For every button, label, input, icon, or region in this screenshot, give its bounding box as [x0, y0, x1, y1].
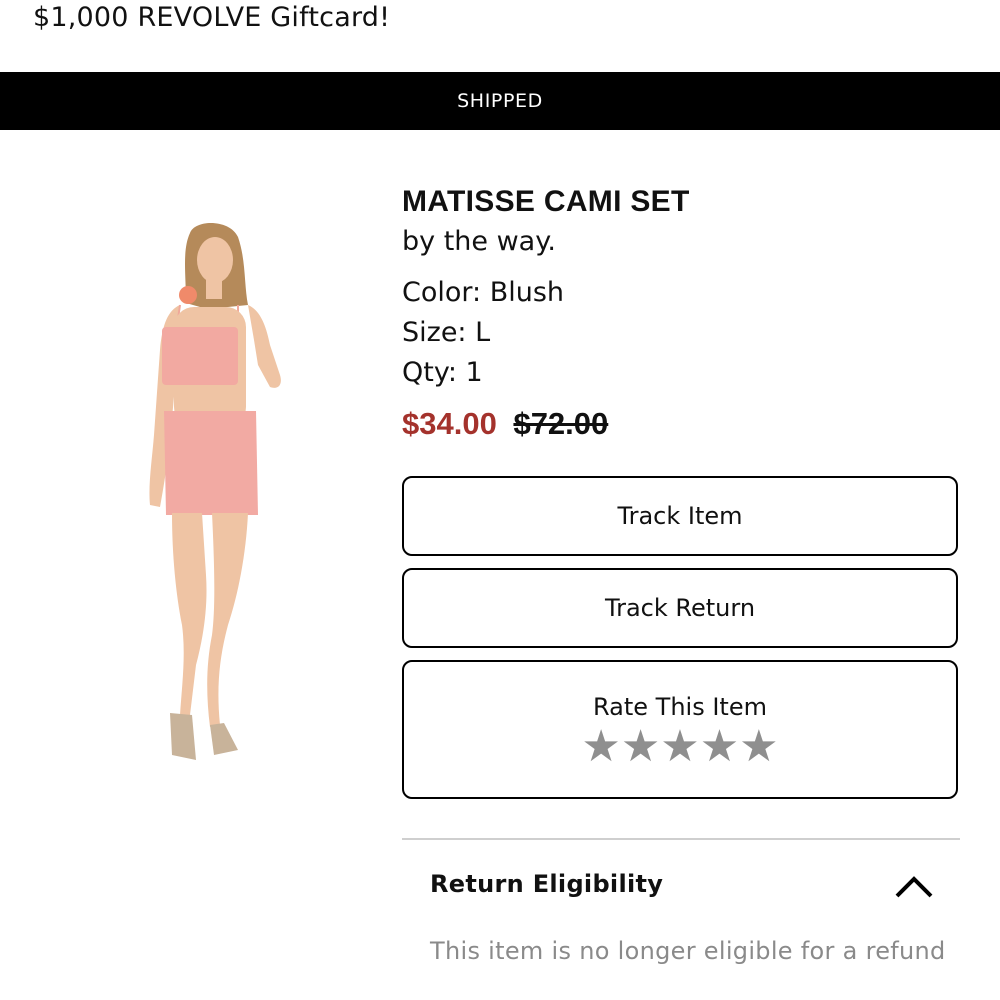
product-title[interactable]: MATISSE CAMI SET	[402, 185, 690, 219]
return-eligibility-message: This item is no longer eligible for a re…	[430, 937, 946, 965]
track-item-label: Track Item	[617, 502, 743, 530]
star-icon[interactable]: ★	[621, 724, 660, 768]
track-item-button[interactable]: Track Item	[402, 476, 958, 556]
star-icon[interactable]: ★	[660, 724, 699, 768]
product-brand[interactable]: by the way.	[402, 226, 556, 257]
original-price: $72.00	[513, 406, 609, 441]
order-status-bar: SHIPPED	[0, 72, 1000, 130]
product-image[interactable]	[120, 215, 300, 775]
track-return-label: Track Return	[604, 594, 756, 622]
order-item-page: $1,000 REVOLVE Giftcard! SHIPPED MATISSE…	[0, 0, 1000, 1000]
star-icon[interactable]: ★	[739, 724, 778, 768]
product-quantity: Qty: 1	[402, 357, 483, 388]
sale-price: $34.00	[402, 406, 497, 441]
order-status-label: SHIPPED	[457, 90, 543, 112]
rate-item-label: Rate This Item	[593, 692, 767, 721]
return-eligibility-title: Return Eligibility	[430, 870, 664, 898]
track-return-button[interactable]: Track Return	[402, 568, 958, 648]
price-row: $34.00 $72.00	[402, 406, 608, 442]
rating-stars: ★ ★ ★ ★ ★	[581, 724, 778, 768]
product-size: Size: L	[402, 317, 491, 348]
return-eligibility-toggle[interactable]: Return Eligibility	[402, 860, 960, 916]
rate-item-panel: Rate This Item ★ ★ ★ ★ ★	[402, 660, 958, 799]
star-icon[interactable]: ★	[581, 724, 620, 768]
promo-banner-text[interactable]: $1,000 REVOLVE Giftcard!	[33, 2, 390, 33]
product-color: Color: Blush	[402, 277, 565, 308]
section-divider	[402, 838, 960, 840]
chevron-up-icon	[895, 876, 933, 898]
star-icon[interactable]: ★	[700, 724, 739, 768]
